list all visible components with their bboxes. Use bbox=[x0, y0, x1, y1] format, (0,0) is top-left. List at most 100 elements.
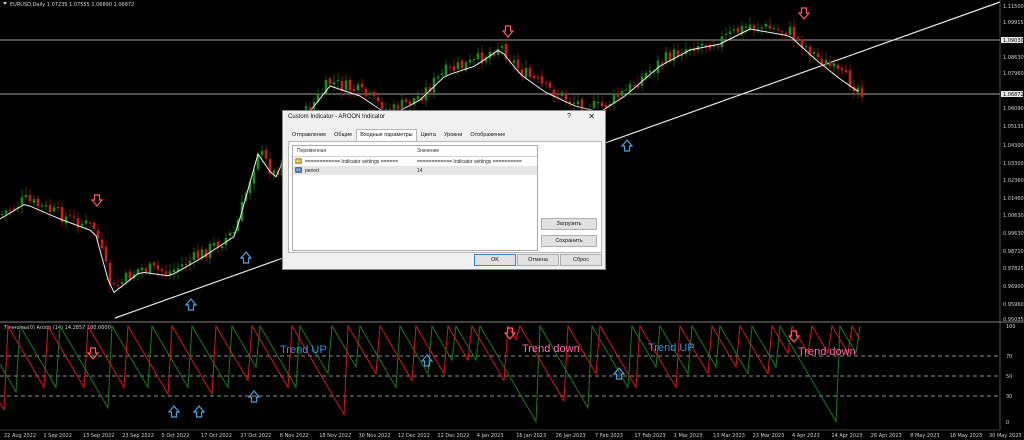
tab-visualization[interactable]: Отображение bbox=[466, 129, 509, 141]
candle-body bbox=[40, 205, 44, 207]
candle-body bbox=[816, 53, 820, 58]
candle-body bbox=[500, 45, 504, 48]
candle-body bbox=[124, 272, 128, 282]
variable-value[interactable]: 14 bbox=[417, 168, 423, 174]
table-row[interactable]: 01 period 14 bbox=[293, 166, 537, 175]
candle-body bbox=[112, 283, 116, 285]
aroon-panel: Точно вы(0) Aroon (14) 14.2857 100.0000 … bbox=[0, 324, 1016, 426]
candle-body bbox=[116, 285, 120, 287]
date-axis-label: 1 Sep 2022 bbox=[43, 433, 72, 439]
candle-body bbox=[88, 222, 92, 224]
ok-button[interactable]: OK bbox=[474, 254, 516, 266]
candle-body bbox=[364, 88, 368, 97]
cancel-button[interactable]: Отмена bbox=[517, 254, 559, 266]
candle-body bbox=[728, 31, 732, 35]
date-axis-label: 17 Oct 2022 bbox=[201, 433, 232, 439]
candle-body bbox=[28, 195, 32, 202]
arrow-up-icon bbox=[247, 390, 261, 403]
close-icon[interactable]: ✕ bbox=[588, 112, 595, 121]
date-axis-label: 17 Feb 2023 bbox=[634, 433, 665, 439]
aroon-level-label: 50 bbox=[1006, 374, 1012, 380]
variable-value[interactable]: ============ Indicator settings ========… bbox=[417, 159, 522, 165]
arrow-down-icon bbox=[797, 7, 811, 20]
tab-common[interactable]: Общие bbox=[330, 129, 356, 141]
arrow-up-icon bbox=[192, 405, 206, 418]
candle-body bbox=[748, 24, 752, 29]
candle-body bbox=[756, 28, 760, 30]
tab-dependencies[interactable]: Отправление bbox=[288, 129, 330, 141]
candle-body bbox=[576, 101, 580, 105]
candle-body bbox=[144, 268, 148, 272]
candle-body bbox=[568, 101, 572, 103]
date-axis-label: 13 Mar 2023 bbox=[713, 433, 745, 439]
candle-body bbox=[32, 199, 36, 203]
candle-body bbox=[812, 51, 816, 54]
candle-body bbox=[724, 33, 728, 35]
chevron-down-icon[interactable] bbox=[3, 2, 7, 5]
candle-body bbox=[744, 26, 748, 28]
tab-colors[interactable]: Цвета bbox=[417, 129, 440, 141]
candle-body bbox=[56, 206, 60, 208]
candle-body bbox=[572, 102, 576, 104]
candle-body bbox=[368, 92, 372, 95]
load-button[interactable]: Загрузить bbox=[541, 218, 597, 230]
price-axis-label: 1.00630 bbox=[1003, 213, 1024, 219]
price-axis-label: 0.97825 bbox=[1003, 266, 1024, 272]
candle-body bbox=[532, 75, 536, 79]
candle-body bbox=[456, 62, 460, 69]
price-axis-label: 1.01460 bbox=[1003, 196, 1024, 202]
date-axis-label: 13 Sep 2022 bbox=[83, 433, 115, 439]
candle-body bbox=[560, 92, 564, 96]
candle-body bbox=[768, 25, 772, 29]
candle-body bbox=[516, 59, 520, 69]
candle-body bbox=[844, 69, 848, 73]
date-axis-label: 23 Mar 2023 bbox=[753, 433, 785, 439]
candle-body bbox=[356, 84, 360, 91]
candle-body bbox=[648, 70, 652, 73]
price-axis-label: 1.02360 bbox=[1003, 178, 1024, 184]
candle-body bbox=[660, 62, 664, 64]
candle-body bbox=[536, 76, 540, 79]
date-axis-label: 22 Aug 2022 bbox=[4, 433, 36, 439]
date-axis-label: 7 Feb 2023 bbox=[595, 433, 623, 439]
candle-body bbox=[512, 60, 516, 63]
candle-body bbox=[332, 82, 336, 85]
candle-body bbox=[264, 150, 268, 159]
tab-inputs[interactable]: Входные параметры bbox=[356, 129, 417, 141]
candle-body bbox=[72, 216, 76, 218]
arrow-up-icon bbox=[184, 298, 198, 311]
candle-body bbox=[416, 96, 420, 100]
date-axis-label: 14 Apr 2023 bbox=[831, 433, 862, 439]
arrow-down-icon bbox=[787, 330, 801, 343]
candle-body bbox=[404, 99, 408, 103]
save-button[interactable]: Сохранить bbox=[541, 235, 597, 247]
candle-body bbox=[448, 66, 452, 68]
date-axis-label: 1 Mar 2023 bbox=[674, 433, 703, 439]
arrow-up-icon bbox=[420, 354, 434, 367]
candle-body bbox=[828, 61, 832, 67]
price-axis-label: 1.06090 bbox=[1003, 106, 1024, 112]
aroon-level-label: 100 bbox=[1006, 324, 1016, 330]
table-header: Переменная Значение bbox=[293, 146, 537, 157]
candle-body bbox=[344, 80, 348, 91]
candle-body bbox=[772, 28, 776, 30]
candle-body bbox=[436, 76, 440, 79]
candle-body bbox=[48, 204, 52, 213]
variable-name: ============ Indicator settings ====== bbox=[305, 158, 399, 165]
candle-body bbox=[44, 205, 48, 207]
date-axis-label: 12 Dec 2022 bbox=[398, 433, 430, 439]
candle-body bbox=[796, 37, 800, 39]
reset-button[interactable]: Сброс bbox=[560, 254, 602, 266]
table-row[interactable]: ab ============ Indicator settings =====… bbox=[293, 157, 537, 166]
candle-body bbox=[260, 150, 264, 156]
candle-body bbox=[468, 59, 472, 63]
string-type-icon: ab bbox=[295, 158, 302, 164]
arrow-down-icon bbox=[90, 194, 104, 207]
tab-levels[interactable]: Уровни bbox=[440, 129, 466, 141]
price-axis-label: 1.08630 bbox=[1003, 55, 1024, 61]
candle-body bbox=[680, 55, 684, 57]
date-axis-label: 18 Nov 2022 bbox=[319, 433, 351, 439]
candle-body bbox=[580, 99, 584, 111]
candle-body bbox=[104, 246, 108, 262]
help-icon[interactable]: ? bbox=[567, 113, 571, 120]
